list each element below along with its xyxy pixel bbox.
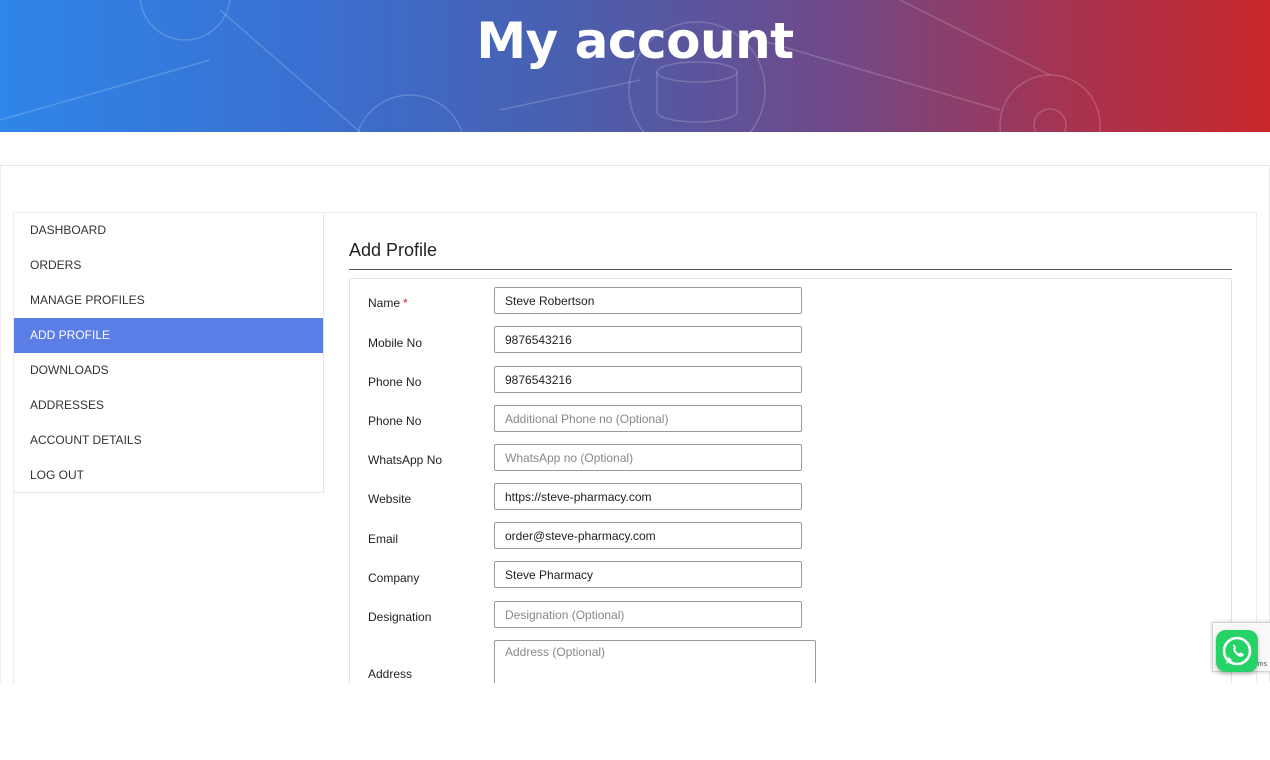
sidebar-item-account-details[interactable]: ACCOUNT DETAILS bbox=[14, 423, 323, 458]
sidebar-item-addresses[interactable]: ADDRESSES bbox=[14, 388, 323, 423]
mobile-input[interactable] bbox=[494, 326, 802, 353]
sidebar-item-dashboard[interactable]: DASHBOARD bbox=[14, 213, 323, 248]
sidebar-item-orders[interactable]: ORDERS bbox=[14, 248, 323, 283]
designation-input[interactable] bbox=[494, 601, 802, 628]
sidebar-item-log-out[interactable]: LOG OUT bbox=[14, 458, 323, 493]
required-mark: * bbox=[403, 296, 408, 310]
form-title: Add Profile bbox=[349, 240, 438, 260]
phone-input[interactable] bbox=[494, 366, 802, 393]
phone-label: Phone No bbox=[368, 375, 422, 389]
whatsapp-icon bbox=[1222, 636, 1252, 666]
blank-page-area bbox=[0, 683, 1270, 760]
sidebar-item-manage-profiles[interactable]: MANAGE PROFILES bbox=[14, 283, 323, 318]
email-input[interactable] bbox=[494, 522, 802, 549]
whatsapp-input[interactable] bbox=[494, 444, 802, 471]
address-label: Address bbox=[368, 667, 413, 681]
sidebar-item-downloads[interactable]: DOWNLOADS bbox=[14, 353, 323, 388]
email-label: Email bbox=[368, 532, 399, 546]
mobile-label: Mobile No bbox=[368, 336, 423, 350]
page-title: My account bbox=[476, 12, 794, 70]
whatsapp-label: WhatsApp No bbox=[368, 453, 443, 467]
additional-phone-input[interactable] bbox=[494, 405, 802, 432]
website-label: Website bbox=[368, 492, 412, 506]
company-label: Company bbox=[368, 571, 420, 585]
name-label-text: Name bbox=[368, 296, 401, 310]
name-input[interactable] bbox=[494, 287, 802, 314]
sidebar-item-add-profile[interactable]: ADD PROFILE bbox=[14, 318, 323, 353]
title-divider bbox=[349, 269, 1232, 270]
account-sidebar: DASHBOARD ORDERS MANAGE PROFILES ADD PRO… bbox=[14, 213, 324, 493]
hero-banner: My account bbox=[0, 0, 1270, 132]
website-input[interactable] bbox=[494, 483, 802, 510]
company-input[interactable] bbox=[494, 561, 802, 588]
additional-phone-label: Phone No bbox=[368, 414, 422, 428]
designation-label: Designation bbox=[368, 610, 432, 624]
whatsapp-chat-button[interactable] bbox=[1216, 630, 1258, 672]
name-label: Name * bbox=[368, 296, 408, 310]
